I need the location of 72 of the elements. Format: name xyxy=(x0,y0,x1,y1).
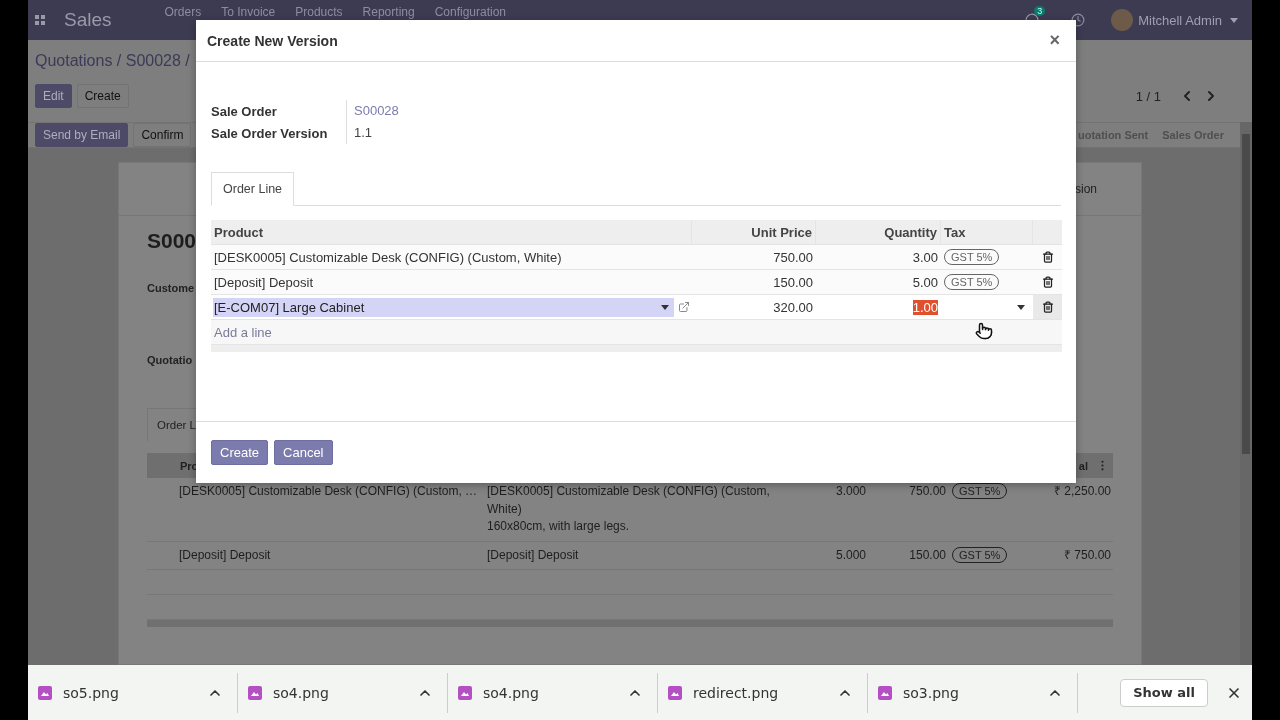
caret-down-icon[interactable] xyxy=(1017,304,1025,310)
table-cell-text: [Deposit] Deposit xyxy=(179,546,272,564)
tab[interactable]: Order Line xyxy=(211,172,295,206)
column-header: al xyxy=(1078,459,1088,472)
image-file-icon xyxy=(38,685,52,700)
download-file-button[interactable]: so4.png xyxy=(248,684,417,701)
close-button[interactable]: × xyxy=(1044,30,1065,51)
image-file-icon xyxy=(668,685,682,700)
menu-item[interactable]: Reporting xyxy=(362,5,415,19)
table-cell-text: [Deposit] Deposit xyxy=(487,546,580,564)
quantity-value: 5.00 xyxy=(912,274,938,290)
menu-item[interactable]: Orders xyxy=(164,5,202,19)
show-all-button[interactable]: Show all xyxy=(1120,678,1208,707)
toolbar-button[interactable]: Create xyxy=(76,84,129,108)
column-header: Tax xyxy=(941,220,1033,244)
table-cell-text: [DESK0005] Customizable Desk (CONFIG) (Custom, White) 160x80cm, with large legs. xyxy=(487,483,771,535)
field-label: Sale Order xyxy=(211,103,278,119)
column-header: Quantity xyxy=(816,220,941,244)
download-file-button[interactable]: so3.png xyxy=(878,684,1047,701)
action-button[interactable]: Send by Email xyxy=(35,123,129,147)
column-header: Unit Price xyxy=(692,220,816,244)
field-value: 1.1 xyxy=(346,122,1061,144)
cancel-button[interactable]: Cancel xyxy=(274,440,333,465)
quantity-field[interactable]: 1.00 xyxy=(912,299,938,315)
delete-icon[interactable] xyxy=(1041,276,1054,288)
clock-icon[interactable] xyxy=(1071,13,1086,27)
table-cell-text: 750.00 xyxy=(908,483,946,500)
table-cell-text: 150.00 xyxy=(772,273,814,292)
message-count: 3 xyxy=(1034,6,1046,16)
menu-item[interactable]: Configuration xyxy=(434,5,507,19)
table-cell-text: 750.00 xyxy=(772,248,814,267)
pager-counter: 1 / 1 xyxy=(1135,88,1161,104)
download-file-button[interactable]: redirect.png xyxy=(668,684,837,701)
field-label: Custome xyxy=(147,282,195,294)
toolbar-button[interactable]: Edit xyxy=(35,84,72,108)
table-cell-text: 5.000 xyxy=(834,546,866,564)
image-file-icon xyxy=(458,685,472,700)
action-button[interactable]: Confirm xyxy=(133,123,192,147)
table-cell-text: 320.00 xyxy=(772,298,814,317)
smart-button-label[interactable]: sion xyxy=(1075,182,1097,196)
table-cell-text: [DESK0005] Customizable Desk (CONFIG) (Custom, … xyxy=(179,483,479,500)
field-label: Sale Order Version xyxy=(211,125,329,141)
image-file-icon xyxy=(248,685,262,700)
delete-icon[interactable] xyxy=(1041,251,1054,263)
caret-down-icon[interactable] xyxy=(661,304,670,310)
dialog-title: Create New Version xyxy=(207,32,338,49)
delete-icon[interactable] xyxy=(1041,301,1054,313)
external-link-icon[interactable] xyxy=(678,301,690,313)
table-cell-text: [Deposit] Deposit xyxy=(213,273,314,292)
app-name: Sales xyxy=(64,9,112,31)
table-cell-text: ₹ 2,250.00 xyxy=(1052,483,1111,500)
add-line-link[interactable]: Add a line xyxy=(214,324,272,340)
user-name[interactable]: Mitchell Admin xyxy=(1138,12,1222,28)
table-cell-text: [DESK0005] Customizable Desk (CONFIG) (Custom, White) xyxy=(213,248,563,267)
field-link[interactable]: S00028 xyxy=(346,100,1061,122)
image-file-icon xyxy=(878,685,892,700)
create-button[interactable]: Create xyxy=(211,440,269,465)
menu-item[interactable]: Products xyxy=(295,5,343,19)
order-title: S000 xyxy=(147,228,197,254)
product-field[interactable]: [E-COM07] Large Cabinet xyxy=(213,297,675,317)
table-cell-text: 150.00 xyxy=(908,546,946,564)
menu-item[interactable]: To Invoice xyxy=(221,5,276,19)
quantity-value: 3.00 xyxy=(912,249,938,265)
download-file-button[interactable]: so5.png xyxy=(38,684,207,701)
column-header: Product xyxy=(211,220,692,244)
apps-grid-icon[interactable] xyxy=(35,15,45,25)
field-label: Quotatio xyxy=(147,354,193,366)
breadcrumb: Quotations / S00028 / xyxy=(35,52,190,69)
table-cell-text: ₹ 750.00 xyxy=(1062,546,1111,564)
download-file-button[interactable]: so4.png xyxy=(458,684,627,701)
scrollbar[interactable] xyxy=(1240,122,1252,665)
table-cell-text: 3.000 xyxy=(834,483,866,500)
